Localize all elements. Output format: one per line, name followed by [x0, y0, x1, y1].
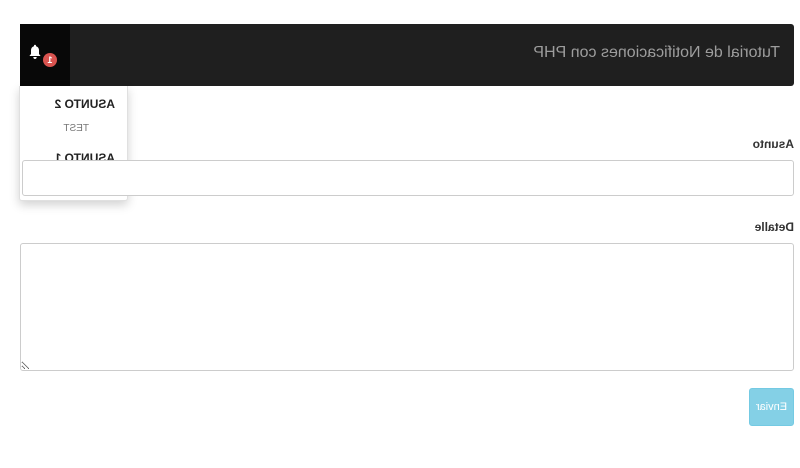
detalle-label: Detalle: [754, 220, 794, 234]
notification-subject: ASUNTO 2: [54, 97, 115, 111]
asunto-input[interactable]: [22, 160, 794, 196]
bell-icon: [29, 44, 41, 59]
notification-count-badge: 1: [43, 53, 57, 67]
navbar-brand[interactable]: Tutorial de Notificaciones con PHP: [533, 24, 780, 86]
submit-button[interactable]: Enviar: [749, 388, 794, 426]
notification-detail: TEST: [63, 123, 89, 134]
notification-toggle[interactable]: 1: [20, 24, 70, 86]
asunto-label: Asunto: [752, 137, 794, 151]
navbar: Tutorial de Notificaciones con PHP 1: [20, 24, 794, 86]
page: Tutorial de Notificaciones con PHP 1 ASU…: [0, 0, 800, 468]
detalle-textarea[interactable]: [20, 243, 794, 371]
notification-item[interactable]: ASUNTO 2 TEST: [23, 96, 115, 135]
